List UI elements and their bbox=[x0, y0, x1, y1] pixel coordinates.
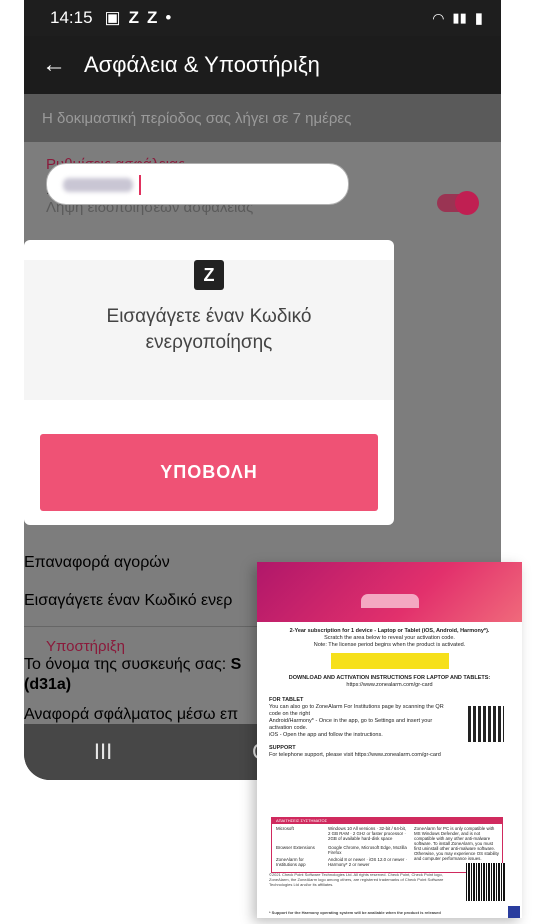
zonealarm-notification-icon: Z bbox=[128, 8, 139, 27]
device-name-label: Το όνομα της συσκευής σας: bbox=[24, 656, 227, 673]
signal-icon: ▮▮ bbox=[452, 10, 467, 25]
toggle-knob bbox=[455, 191, 479, 215]
card-subscription-line: 2-Year subscription for 1 device - Lapto… bbox=[289, 628, 490, 634]
card-scratch-line: Scratch the area below to reveal your ac… bbox=[324, 635, 455, 641]
card-corner-mark bbox=[508, 906, 520, 918]
text-cursor bbox=[139, 175, 141, 195]
card-download-url: https://www.zonealarm.com/gr-card bbox=[346, 682, 433, 688]
card-footnote: * Support for the Harmony operating syst… bbox=[269, 910, 441, 915]
battery-icon: ▮ bbox=[474, 10, 483, 27]
barcode bbox=[466, 863, 506, 901]
card-tablet-title: FOR TABLET bbox=[269, 697, 304, 703]
table-cell: ZoneAlarm for Institutions app bbox=[276, 857, 306, 867]
trial-banner: Η δοκιμαστική περίοδος σας λήγει σε 7 ημ… bbox=[24, 94, 501, 142]
card-support-title: SUPPORT bbox=[269, 745, 296, 751]
status-bar: 14:15 ▣ Z Z • ◠ ▮▮ ▮ bbox=[24, 0, 501, 36]
dot-icon: • bbox=[165, 8, 172, 27]
back-arrow-icon[interactable]: ← bbox=[24, 51, 84, 79]
qr-code bbox=[468, 706, 504, 742]
table-header: ΑΠΑΙΤΗΣΕΙΣ ΣΥΣΤΗΜΑΤΟΣ bbox=[276, 818, 328, 823]
page-title: Ασφάλεια & Υποστήριξη bbox=[84, 52, 320, 77]
card-hang-tab bbox=[361, 594, 419, 608]
card-support-text: For telephone support, please visit http… bbox=[269, 752, 441, 758]
table-cell: Google Chrome, Microsoft Edge, Mozilla F… bbox=[328, 845, 407, 855]
table-cell: Windows 10 All versions · 32-bit / 64-bi… bbox=[328, 826, 407, 841]
submit-button[interactable]: ΥΠΟΒΟΛΗ bbox=[40, 434, 378, 511]
card-header bbox=[257, 562, 522, 622]
zonealarm-notification-icon-2: Z bbox=[147, 8, 158, 27]
card-download-title: DOWNLOAD AND ACTIVATION INSTRUCTIONS FOR… bbox=[288, 675, 491, 681]
device-name-value: S bbox=[230, 656, 242, 673]
scratch-area bbox=[330, 653, 449, 669]
activation-card-photo: 2-Year subscription for 1 device - Lapto… bbox=[257, 562, 522, 918]
recents-button[interactable]: III bbox=[94, 739, 112, 765]
dialog-title: Εισαγάγετε έναν Κωδικό ενεργοποίησης bbox=[106, 306, 312, 353]
wifi-icon: ◠ bbox=[432, 9, 445, 26]
app-bar: ← Ασφάλεια & Υποστήριξη bbox=[24, 36, 501, 94]
notifications-toggle[interactable] bbox=[437, 191, 479, 215]
table-cell: Android 8 or newer · iOS 12.0 or newer ·… bbox=[328, 857, 408, 867]
gallery-icon: ▣ bbox=[104, 8, 121, 27]
card-fine-print: ©2021 Check Point Software Technologies … bbox=[269, 872, 449, 915]
table-cell: Microsoft bbox=[276, 826, 294, 831]
card-copyright: ©2021 Check Point Software Technologies … bbox=[269, 872, 444, 887]
card-note-line: Note: The license period begins when the… bbox=[313, 642, 466, 648]
activation-code-input[interactable] bbox=[46, 163, 349, 205]
status-time: 14:15 bbox=[50, 8, 93, 27]
zonealarm-logo-icon: Z bbox=[194, 260, 224, 290]
table-cell: Browser Extensions bbox=[276, 845, 315, 850]
blurred-code-value bbox=[63, 178, 133, 192]
